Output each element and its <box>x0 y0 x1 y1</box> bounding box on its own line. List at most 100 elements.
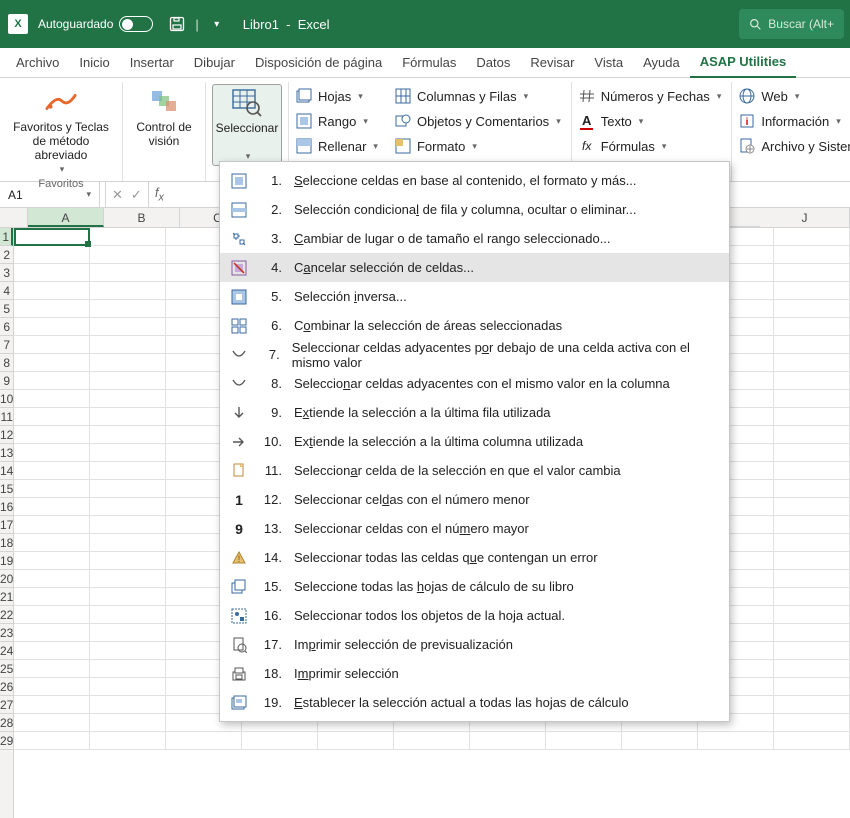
cell[interactable] <box>14 570 90 588</box>
column-header[interactable]: A <box>28 208 104 227</box>
cell[interactable] <box>166 732 242 750</box>
cell[interactable] <box>698 732 774 750</box>
cell[interactable] <box>90 552 166 570</box>
select-all-corner[interactable] <box>0 208 28 228</box>
cell[interactable] <box>90 588 166 606</box>
cell[interactable] <box>90 606 166 624</box>
cell[interactable] <box>14 264 90 282</box>
row-header[interactable]: 13 <box>0 444 13 462</box>
hojas-button[interactable]: Hojas▾ <box>293 84 384 108</box>
cell[interactable] <box>470 732 546 750</box>
cancel-formula-icon[interactable]: ✕ <box>112 187 123 203</box>
cell[interactable] <box>90 264 166 282</box>
row-header[interactable]: 26 <box>0 678 13 696</box>
menu-item-12[interactable]: 112.Seleccionar celdas con el número men… <box>220 485 729 514</box>
cell[interactable] <box>14 696 90 714</box>
cell[interactable] <box>90 570 166 588</box>
row-header[interactable]: 23 <box>0 624 13 642</box>
autosave-toggle[interactable] <box>119 16 153 32</box>
cell[interactable] <box>774 606 850 624</box>
cell[interactable] <box>90 642 166 660</box>
favorites-button[interactable]: Favoritos y Teclas de método abreviado ▾ <box>6 84 116 178</box>
menu-item-1[interactable]: 1.Seleccione celdas en base al contenido… <box>220 166 729 195</box>
cell[interactable] <box>90 462 166 480</box>
menu-item-17[interactable]: 17.Imprimir selección de previsualizació… <box>220 630 729 659</box>
objetos-button[interactable]: Objetos y Comentarios▾ <box>392 109 567 133</box>
row-header[interactable]: 14 <box>0 462 13 480</box>
menu-item-9[interactable]: 9.Extiende la selección a la última fila… <box>220 398 729 427</box>
cell[interactable] <box>14 408 90 426</box>
cell[interactable] <box>14 624 90 642</box>
menu-item-19[interactable]: 19.Establecer la selección actual a toda… <box>220 688 729 717</box>
cell[interactable] <box>14 480 90 498</box>
cell[interactable] <box>774 444 850 462</box>
cell[interactable] <box>14 678 90 696</box>
cell[interactable] <box>14 318 90 336</box>
customize-qat-icon[interactable]: ▾ <box>208 15 226 33</box>
cell[interactable] <box>90 498 166 516</box>
cell[interactable] <box>774 264 850 282</box>
cell[interactable] <box>90 660 166 678</box>
rellenar-button[interactable]: Rellenar▾ <box>293 134 384 158</box>
row-header[interactable]: 15 <box>0 480 13 498</box>
numeros-fechas-button[interactable]: Números y Fechas▾ <box>576 84 728 108</box>
cell[interactable] <box>90 516 166 534</box>
row-header[interactable]: 22 <box>0 606 13 624</box>
column-header[interactable]: B <box>104 208 180 227</box>
ribbon-tab-inicio[interactable]: Inicio <box>69 48 119 78</box>
cell[interactable] <box>90 372 166 390</box>
cell[interactable] <box>14 714 90 732</box>
cell[interactable] <box>546 732 622 750</box>
cell[interactable] <box>90 714 166 732</box>
search-box[interactable]: Buscar (Alt+ <box>739 9 844 39</box>
cell[interactable] <box>14 732 90 750</box>
cell[interactable] <box>14 354 90 372</box>
row-header[interactable]: 1 <box>0 228 13 246</box>
ribbon-tab-dibujar[interactable]: Dibujar <box>184 48 245 78</box>
cell[interactable] <box>318 732 394 750</box>
cell[interactable] <box>774 300 850 318</box>
row-header[interactable]: 5 <box>0 300 13 318</box>
cell[interactable] <box>774 246 850 264</box>
save-icon[interactable] <box>168 15 186 33</box>
informacion-button[interactable]: iInformación▾ <box>736 109 850 133</box>
cell[interactable] <box>774 480 850 498</box>
row-header[interactable]: 21 <box>0 588 13 606</box>
cell[interactable] <box>14 642 90 660</box>
cell[interactable] <box>90 696 166 714</box>
ribbon-tab-f-rmulas[interactable]: Fórmulas <box>392 48 466 78</box>
cell[interactable] <box>90 480 166 498</box>
row-header[interactable]: 11 <box>0 408 13 426</box>
cell[interactable] <box>774 714 850 732</box>
menu-item-14[interactable]: !14.Seleccionar todas las celdas que con… <box>220 543 729 572</box>
row-header[interactable]: 24 <box>0 642 13 660</box>
row-header[interactable]: 9 <box>0 372 13 390</box>
cell[interactable] <box>14 588 90 606</box>
cell[interactable] <box>14 246 90 264</box>
cell[interactable] <box>774 678 850 696</box>
cell[interactable] <box>774 624 850 642</box>
cell[interactable] <box>774 372 850 390</box>
row-header[interactable]: 2 <box>0 246 13 264</box>
ribbon-tab-disposici-n-de-p-gina[interactable]: Disposición de página <box>245 48 392 78</box>
cell[interactable] <box>90 732 166 750</box>
menu-item-18[interactable]: 18.Imprimir selección <box>220 659 729 688</box>
cell[interactable] <box>774 732 850 750</box>
row-header[interactable]: 18 <box>0 534 13 552</box>
row-header[interactable]: 29 <box>0 732 13 750</box>
cell[interactable] <box>90 678 166 696</box>
row-header[interactable]: 6 <box>0 318 13 336</box>
cell[interactable] <box>774 660 850 678</box>
cell[interactable] <box>14 390 90 408</box>
enter-formula-icon[interactable]: ✓ <box>131 187 142 203</box>
cell[interactable] <box>90 318 166 336</box>
cell[interactable] <box>14 300 90 318</box>
cell[interactable] <box>14 606 90 624</box>
cell[interactable] <box>774 462 850 480</box>
ribbon-tab-ayuda[interactable]: Ayuda <box>633 48 690 78</box>
row-header[interactable]: 3 <box>0 264 13 282</box>
ribbon-tab-datos[interactable]: Datos <box>466 48 520 78</box>
menu-item-13[interactable]: 913.Seleccionar celdas con el número may… <box>220 514 729 543</box>
cell[interactable] <box>90 534 166 552</box>
menu-item-8[interactable]: 8.Seleccionar celdas adyacentes con el m… <box>220 369 729 398</box>
